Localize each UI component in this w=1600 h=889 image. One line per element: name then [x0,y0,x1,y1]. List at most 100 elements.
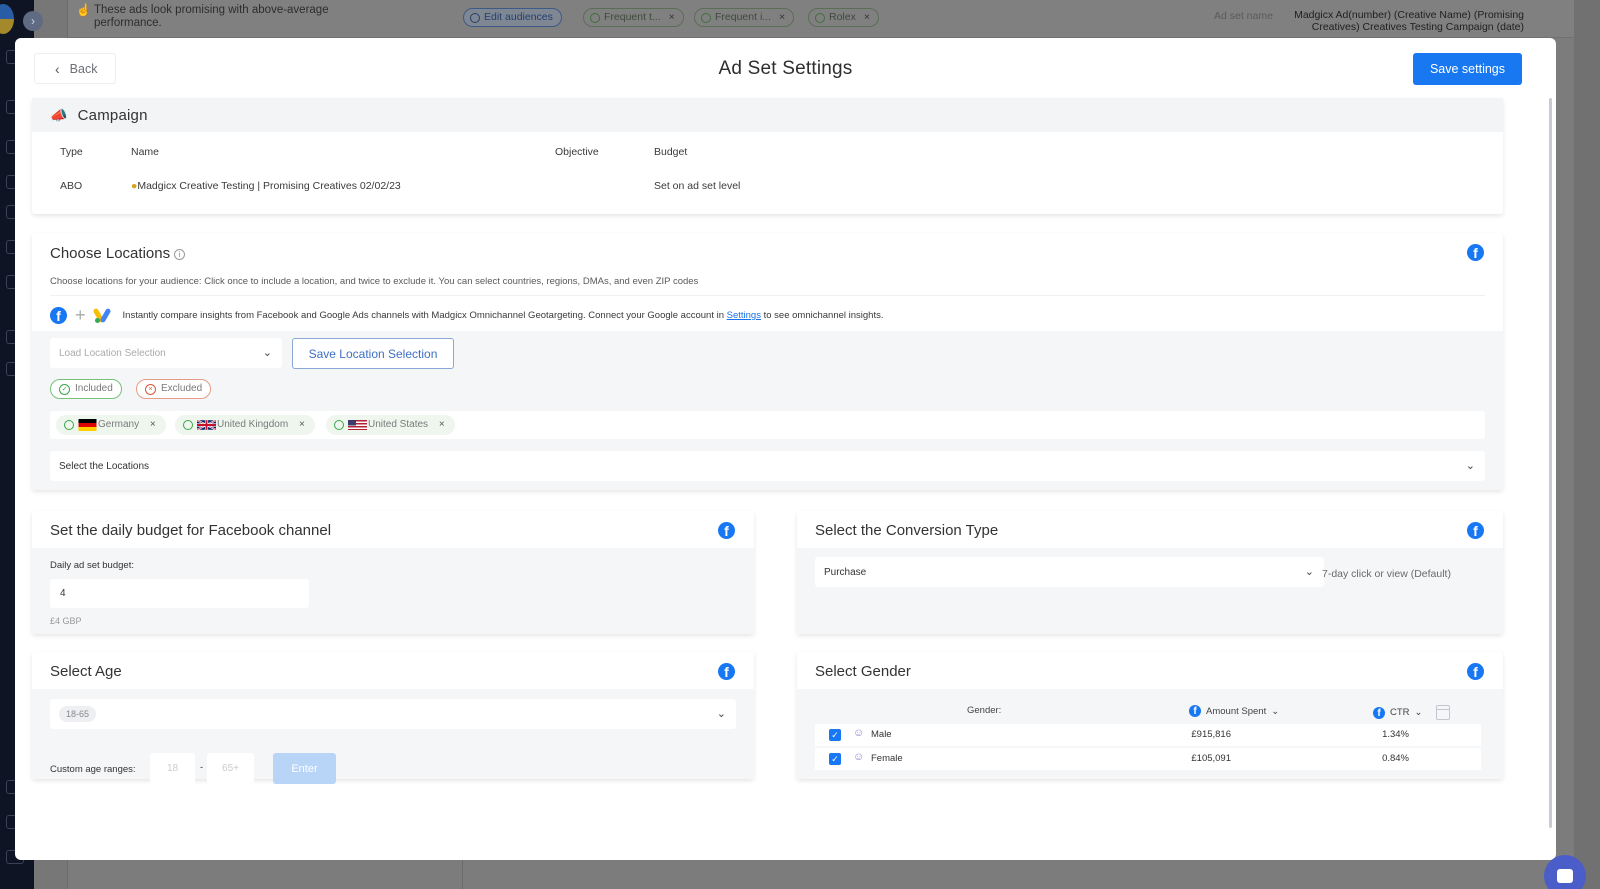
campaign-type: ABO [60,180,83,192]
germany-flag-icon [78,419,97,431]
close-icon[interactable]: × [669,11,675,23]
campaign-name: ●Madgicx Creative Testing | Promising Cr… [131,180,401,192]
check-circle-icon: ✓ [59,384,70,395]
chevron-down-icon: ⌄ [1304,565,1314,578]
age-range-pill[interactable]: 18-65 [59,706,97,722]
male-icon: ☺ [853,727,865,739]
ctr-column-header[interactable]: f CTR ⌄ [1373,705,1450,720]
gender-body: Gender: f Amount Spent ⌄ f CTR ⌄ ✓ ☺ Mal… [797,689,1503,779]
chevron-down-icon: ⌄ [1271,705,1280,717]
facebook-icon: f [718,663,735,680]
column-header-name: Name [131,146,160,158]
select-locations-dropdown[interactable]: Select the Locations ⌄ [50,451,1485,481]
daily-budget-input[interactable]: 4 [50,579,309,608]
modal-scrollbar[interactable] [1549,98,1552,828]
close-icon[interactable]: × [779,11,785,23]
age-card: Select Age f 18-65 ⌄ Custom age ranges: … [32,652,754,784]
conversion-header: Select the Conversion Type f [797,511,1503,548]
plus-icon: + [75,305,86,325]
age-body: 18-65 ⌄ Custom age ranges: 18 - 65+ Ente… [32,689,754,784]
enter-age-button[interactable]: Enter [273,753,336,784]
age-range-dropdown[interactable]: 18-65 ⌄ [50,699,736,729]
check-circle-icon [183,420,193,430]
male-checkbox[interactable]: ✓ [829,729,841,741]
gender-header: Select Gender f [797,652,1503,689]
campaign-budget: Set on ad set level [654,180,741,192]
chevron-down-icon: ⌄ [1414,707,1423,718]
facebook-icon: f [1373,706,1385,719]
google-ads-icon [92,307,111,324]
female-checkbox[interactable]: ✓ [829,753,841,765]
facebook-icon: f [1189,705,1201,717]
calendar-icon[interactable] [1435,705,1450,720]
facebook-icon: f [50,307,67,324]
chevron-down-icon: ⌄ [1465,459,1475,472]
facebook-icon: f [1467,522,1484,539]
budget-body: Daily ad set budget: 4 £4 GBP [32,548,754,634]
gender-card: Select Gender f Gender: f Amount Spent ⌄… [797,652,1503,779]
settings-link[interactable]: Settings [727,310,761,321]
audience-chip[interactable]: Frequent i... × [694,8,795,27]
background-topbar: ☝ These ads look promising with above-av… [68,0,1600,38]
location-tag[interactable]: Germany × [56,415,166,435]
us-flag-icon [348,420,367,430]
locations-body: Load Location Selection ⌄ Save Location … [32,331,1503,490]
facebook-icon: f [1467,244,1484,261]
divider [50,295,1485,296]
remove-icon[interactable]: × [150,419,156,430]
audience-chip[interactable]: Frequent t... × [583,8,684,27]
chat-icon [1557,869,1573,883]
max-age-input[interactable]: 65+ [207,753,254,784]
gender-column-header: Gender: [967,705,1002,716]
attribution-window: 7-day click or view (Default) [1322,568,1451,580]
gender-row: ✓ ☺ Female £105,091 0.84% [815,748,1481,770]
column-header-type: Type [60,146,83,158]
daily-budget-label: Daily ad set budget: [50,560,134,571]
age-separator: - [200,762,204,773]
recommendation-note: ☝ These ads look promising with above-av… [76,3,329,30]
info-icon[interactable]: i [174,248,186,260]
included-legend[interactable]: ✓ Included [50,379,122,399]
amount-spent-column-header[interactable]: f Amount Spent ⌄ [1189,705,1279,717]
custom-age-label: Custom age ranges: [50,764,136,775]
chevron-down-icon: ⌄ [716,707,726,720]
page-title: Ad Set Settings [718,58,853,79]
female-icon: ☺ [853,751,865,763]
column-header-objective: Objective [555,146,599,158]
campaign-header: 📣 Campaign [32,98,1503,132]
save-location-selection-button[interactable]: Save Location Selection [292,338,454,369]
conversion-type-card: Select the Conversion Type f Purchase ⌄ … [797,511,1503,634]
facebook-icon: f [718,522,735,539]
modal-header: ‹ Back Ad Set Settings Save settings [15,38,1556,98]
load-location-selection-dropdown[interactable]: Load Location Selection ⌄ [50,338,282,368]
min-age-input[interactable]: 18 [150,753,195,784]
app-logo [0,4,14,34]
remove-icon[interactable]: × [299,419,305,430]
save-settings-button[interactable]: Save settings [1413,53,1522,85]
locations-header: Choose Locations i [32,233,1503,263]
budget-header: Set the daily budget for Facebook channe… [32,511,754,548]
background-right-strip [1574,0,1600,889]
chat-support-button[interactable] [1544,855,1586,889]
daily-budget-card: Set the daily budget for Facebook channe… [32,511,754,634]
omnichannel-banner: f + Instantly compare insights from Face… [50,305,884,326]
location-tag[interactable]: United States × [326,415,455,435]
uk-flag-icon [197,419,216,431]
selected-locations: Germany × United Kingdom × United States… [50,411,1485,439]
hand-icon: ☝ [76,3,91,17]
sidebar-expand-button[interactable]: › [23,11,43,31]
location-tag[interactable]: United Kingdom × [175,415,315,435]
excluded-legend[interactable]: × Excluded [136,379,212,399]
age-header: Select Age f [32,652,754,689]
remove-icon[interactable]: × [439,419,445,430]
edit-audiences-button[interactable]: Edit audiences [463,8,562,27]
omnichannel-text: Instantly compare insights from Facebook… [122,310,884,321]
check-circle-icon [334,420,344,430]
chevron-down-icon: ⌄ [262,346,272,359]
check-circle-icon [64,420,74,430]
conversion-type-dropdown[interactable]: Purchase ⌄ [815,557,1324,587]
ad-set-settings-modal: ‹ Back Ad Set Settings Save settings 📣 C… [15,38,1556,860]
close-icon[interactable]: × [864,11,870,23]
audience-chip[interactable]: Rolex × [808,8,879,27]
x-circle-icon: × [145,384,156,395]
